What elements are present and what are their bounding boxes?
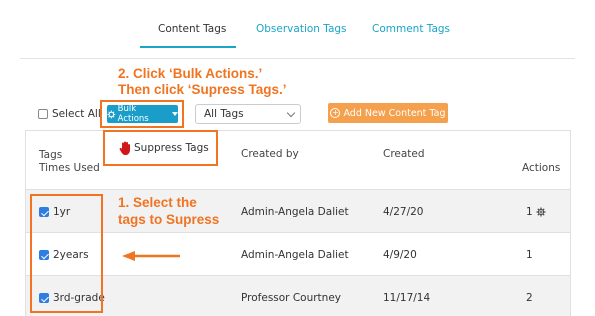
tab-observation-tags[interactable]: Observation Tags: [256, 23, 347, 35]
add-content-tag-button[interactable]: + Add New Content Tag: [328, 103, 448, 123]
chevron-down-icon: [286, 108, 296, 118]
annotation-step-1: 1. Select the tags to Supress: [118, 194, 219, 228]
annotation-step-2: 2. Click ‘Bulk Actions.’ Then click ‘Sup…: [118, 66, 287, 98]
gear-icon: [107, 110, 116, 118]
selected-tags-highlight: [30, 194, 103, 313]
tab-divider: [20, 58, 575, 59]
select-all-checkbox[interactable]: Select All: [38, 108, 101, 120]
actions-cell: 1: [526, 206, 546, 218]
times-used-value: 2: [526, 292, 533, 304]
header-created[interactable]: Created: [383, 148, 425, 160]
active-tab-indicator: [140, 46, 236, 48]
actions-cell: 2: [526, 292, 533, 304]
created-date-cell: 4/27/20: [383, 206, 424, 218]
gear-icon[interactable]: [536, 207, 546, 217]
select-all-label: Select All: [52, 108, 101, 120]
header-created-by[interactable]: Created by: [241, 148, 299, 160]
bulk-actions-label: Bulk Actions: [117, 104, 149, 124]
table-row: 1yr Admin-Angela Daliet 4/27/20 1: [26, 189, 570, 232]
table-row: 3rd-grade Professor Courtney 11/17/14 2: [26, 275, 570, 316]
actions-cell: 1: [526, 249, 533, 261]
header-tags-label: Tags: [39, 149, 63, 161]
tab-comment-tags[interactable]: Comment Tags: [372, 23, 450, 35]
header-tags: Tags Times Used: [39, 149, 100, 175]
created-date-cell: 11/17/14: [383, 292, 431, 304]
created-by-cell: Professor Courtney: [241, 292, 342, 304]
times-used-value: 1: [526, 206, 533, 218]
annotation-step-2-line-2: Then click ‘Supress Tags.’: [118, 82, 287, 97]
created-by-cell: Admin-Angela Daliet: [241, 249, 349, 261]
tab-bar: Content Tags Observation Tags Comment Ta…: [0, 0, 595, 50]
select-all-box[interactable]: [38, 109, 48, 119]
suppress-tags-label: Suppress Tags: [134, 142, 209, 154]
suppress-tags-menu-item[interactable]: Suppress Tags: [103, 130, 218, 166]
annotation-step-1-line-2: tags to Supress: [118, 212, 220, 227]
caret-down-icon: [172, 112, 178, 116]
add-content-tag-label: Add New Content Tag: [343, 107, 446, 119]
tag-filter-value: All Tags: [204, 108, 244, 120]
created-date-cell: 4/9/20: [383, 249, 417, 261]
annotation-step-2-line-1: 2. Click ‘Bulk Actions.’: [118, 66, 263, 81]
table-row: 2years Admin-Angela Daliet 4/9/20 1: [26, 232, 570, 275]
arrow-left-icon: [122, 251, 180, 261]
created-by-cell: Admin-Angela Daliet: [241, 206, 349, 218]
stop-hand-icon: [119, 141, 130, 155]
tag-filter-select[interactable]: All Tags: [195, 104, 301, 124]
times-used-value: 1: [526, 249, 533, 261]
annotation-step-1-line-1: 1. Select the: [118, 195, 197, 210]
tab-content-tags[interactable]: Content Tags: [158, 23, 226, 35]
bulk-actions-button[interactable]: Bulk Actions: [107, 104, 178, 124]
plus-circle-icon: +: [330, 108, 341, 118]
header-times-used-label: Times Used: [39, 162, 100, 174]
header-actions: Actions: [522, 162, 561, 174]
